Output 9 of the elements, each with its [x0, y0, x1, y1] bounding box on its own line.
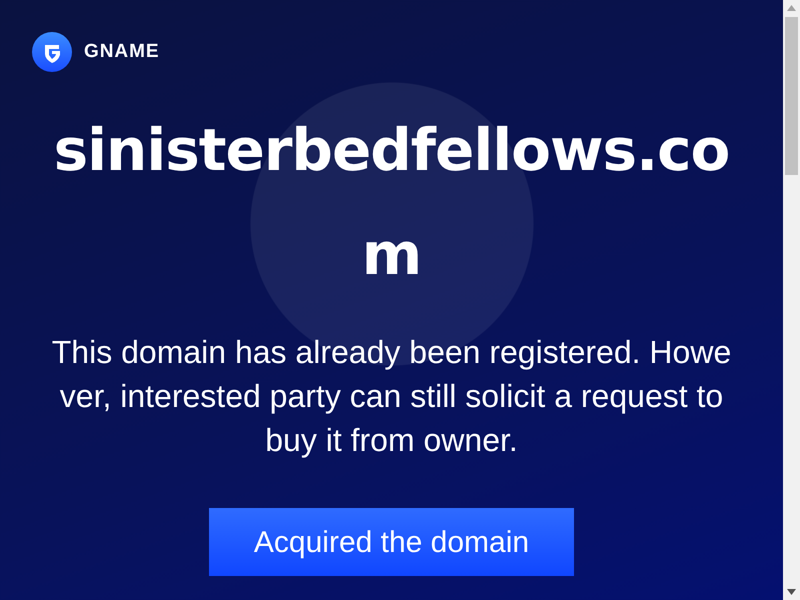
scroll-up-icon[interactable]	[787, 5, 796, 11]
domain-title: sinisterbedfellows.com	[52, 115, 730, 290]
acquire-domain-button[interactable]: Acquired the domain	[209, 508, 574, 576]
scroll-thumb[interactable]	[785, 17, 798, 175]
scroll-down-icon[interactable]	[787, 589, 796, 595]
logo-icon	[32, 32, 72, 72]
brand-name: GNAME	[84, 40, 160, 64]
scrollbar[interactable]	[783, 0, 800, 600]
domain-message: This domain has already been registered. However, interested party can still solicit a request to buy it from owner.	[52, 333, 732, 460]
